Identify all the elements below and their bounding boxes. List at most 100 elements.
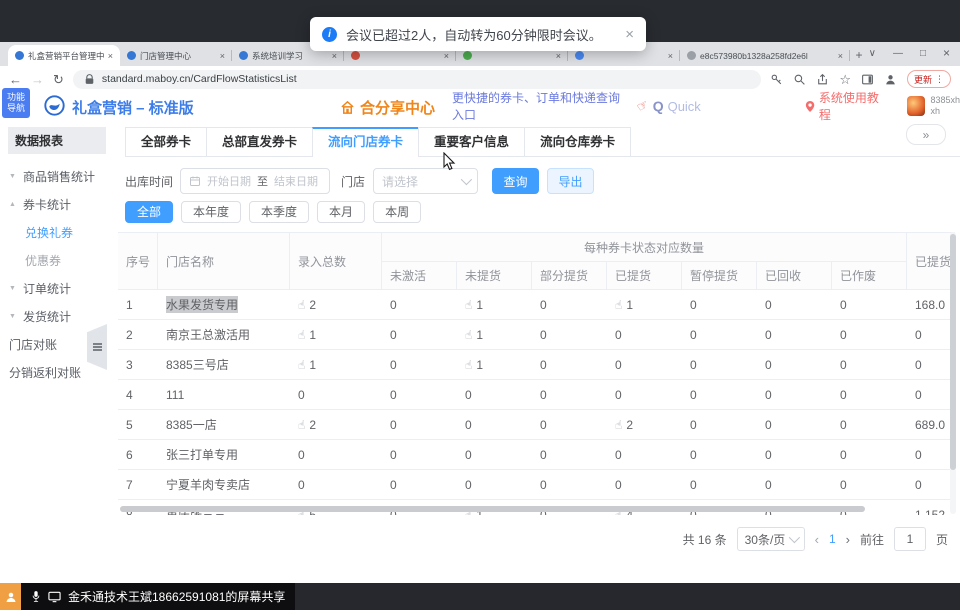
tab-close-icon[interactable]: × [220,51,225,61]
cell-value: 1 [309,328,316,342]
share-icon[interactable] [816,73,829,86]
search-button[interactable]: 查询 [492,168,539,194]
back-icon[interactable]: ← [9,73,22,86]
content-tab[interactable]: 重要客户信息 [418,127,524,156]
sidebar-item[interactable]: 兑换礼券 [0,218,107,246]
quick-filter-chip[interactable]: 全部 [125,201,173,223]
cell-status-count[interactable]: ☝1 [607,290,682,320]
new-tab-button[interactable]: + [850,46,868,64]
pointer-hand-icon: ☝ [465,358,472,372]
quick-filter-chip[interactable]: 本季度 [249,201,309,223]
content-tab[interactable]: 流向门店券卡 [312,127,418,156]
cell-status-count[interactable]: ☝1 [457,320,532,350]
total-count: 共 16 条 [683,531,727,548]
profile-icon[interactable] [884,73,897,86]
pointing-hand-icon: ☞ [634,96,652,116]
user-name-sub: xh [930,106,960,117]
content-tab[interactable]: 全部券卡 [125,127,206,156]
forward-icon[interactable]: → [31,73,44,86]
store-select[interactable]: 请选择 [373,168,478,194]
quick-filter-chip[interactable]: 本年度 [181,201,241,223]
tab-search-icon[interactable]: ∨ [869,48,876,59]
end-date-placeholder: 结束日期 [274,173,318,189]
next-page-icon[interactable]: › [846,532,850,547]
cell-status-count: 0 [457,470,532,500]
quick-entry-link[interactable]: 更快捷的券卡、订单和快递查询入口 [452,89,629,123]
cell-total-count: 0 [290,440,382,470]
tab-close-icon[interactable]: × [444,51,449,61]
browser-tab[interactable]: 门店管理中心× [120,45,232,66]
cell-status-count: 0 [757,470,832,500]
date-range-input[interactable]: 开始日期 至 结束日期 [180,168,330,194]
vertical-scrollbar[interactable] [950,232,956,514]
function-nav-button[interactable]: 功能导航 [2,88,30,118]
horizontal-scrollbar[interactable] [120,506,865,512]
user-avatar[interactable] [907,96,925,116]
maximize-icon[interactable]: □ [920,48,926,59]
side-panel-icon[interactable] [861,73,874,86]
cell-status-count[interactable]: ☝2 [607,410,682,440]
cell-status-count[interactable]: ☝1 [457,350,532,380]
prev-page-icon[interactable]: ‹ [815,532,819,547]
quick-search-icon[interactable]: Q [653,98,664,114]
browser-tab[interactable]: 礼盒营销平台管理中心× [8,45,120,66]
cell-value: 0 [765,388,772,402]
sidebar-item[interactable]: ▼商品销售统计 [0,162,107,190]
goto-page-input[interactable]: 1 [894,527,926,551]
cell-status-count: 0 [532,410,607,440]
cell-value: 0 [690,418,697,432]
calendar-icon [189,175,201,187]
address-bar[interactable]: standard.maboy.cn/CardFlowStatisticsList [73,70,761,89]
sidebar-item[interactable]: ▼订单统计 [0,274,107,302]
tab-title: 系统培训学习 [252,50,328,62]
cell-status-count: 0 [382,350,457,380]
tab-close-icon[interactable]: × [556,51,561,61]
reload-icon[interactable]: ↻ [53,73,64,86]
scrollbar-thumb[interactable] [950,234,956,470]
quick-filter-chip[interactable]: 本月 [317,201,365,223]
cell-total-count[interactable]: ☝2 [290,290,382,320]
pointer-hand-icon: ☝ [298,298,305,312]
tab-close-icon[interactable]: × [668,51,673,61]
tutorial-link[interactable]: 系统使用教程 [805,89,885,123]
cell-store-name: 张三打单专用 [158,440,290,470]
share-center-link[interactable]: 合分享中心 [340,97,435,118]
sidebar-item[interactable]: ▼发货统计 [0,302,107,330]
export-button[interactable]: 导出 [547,168,594,194]
toast-close-icon[interactable]: × [625,26,634,43]
tab-close-icon[interactable]: × [838,51,843,61]
tab-close-icon[interactable]: × [108,51,113,61]
close-window-icon[interactable]: × [943,46,950,60]
zoom-icon[interactable] [793,73,806,86]
current-page[interactable]: 1 [829,532,836,546]
cell-total-count[interactable]: ☝2 [290,410,382,440]
minimize-icon[interactable]: — [893,48,903,59]
quick-filter-chip[interactable]: 本周 [373,201,421,223]
browser-tab[interactable]: e8c573980b1328a258fd2e6l× [680,45,850,66]
tab-favicon [15,51,24,60]
bookmark-star-icon[interactable]: ☆ [839,73,851,86]
cell-status-count: 0 [532,320,607,350]
chevron-down-icon [788,532,799,543]
quick-search-label[interactable]: Quick [668,99,701,114]
cell-status-count: 0 [832,290,907,320]
content-tab[interactable]: 总部直发券卡 [206,127,312,156]
cell-status-count[interactable]: ☝1 [457,290,532,320]
cell-status-count: 0 [382,410,457,440]
cell-value: 0 [915,328,922,342]
key-icon[interactable] [770,73,783,86]
content-tab[interactable]: 流向仓库券卡 [524,127,631,156]
cell-amount: 168.0 [907,290,955,320]
page-size-select[interactable]: 30条/页 [737,527,805,551]
cell-total-count[interactable]: ☝1 [290,320,382,350]
sidebar-item[interactable]: ▲券卡统计 [0,190,107,218]
cell-value: 0 [615,358,622,372]
cell-total-count[interactable]: ☝1 [290,350,382,380]
cell-status-count: 0 [682,350,757,380]
tab-close-icon[interactable]: × [332,51,337,61]
sidebar-item-label: 发货统计 [23,308,71,325]
cell-status-count: 0 [382,320,457,350]
quick-filter-row: 全部本年度本季度本月本周 [125,201,421,223]
sidebar-item[interactable]: 优惠券 [0,246,107,274]
chrome-update-button[interactable]: 更新 ⋮ [907,70,951,88]
